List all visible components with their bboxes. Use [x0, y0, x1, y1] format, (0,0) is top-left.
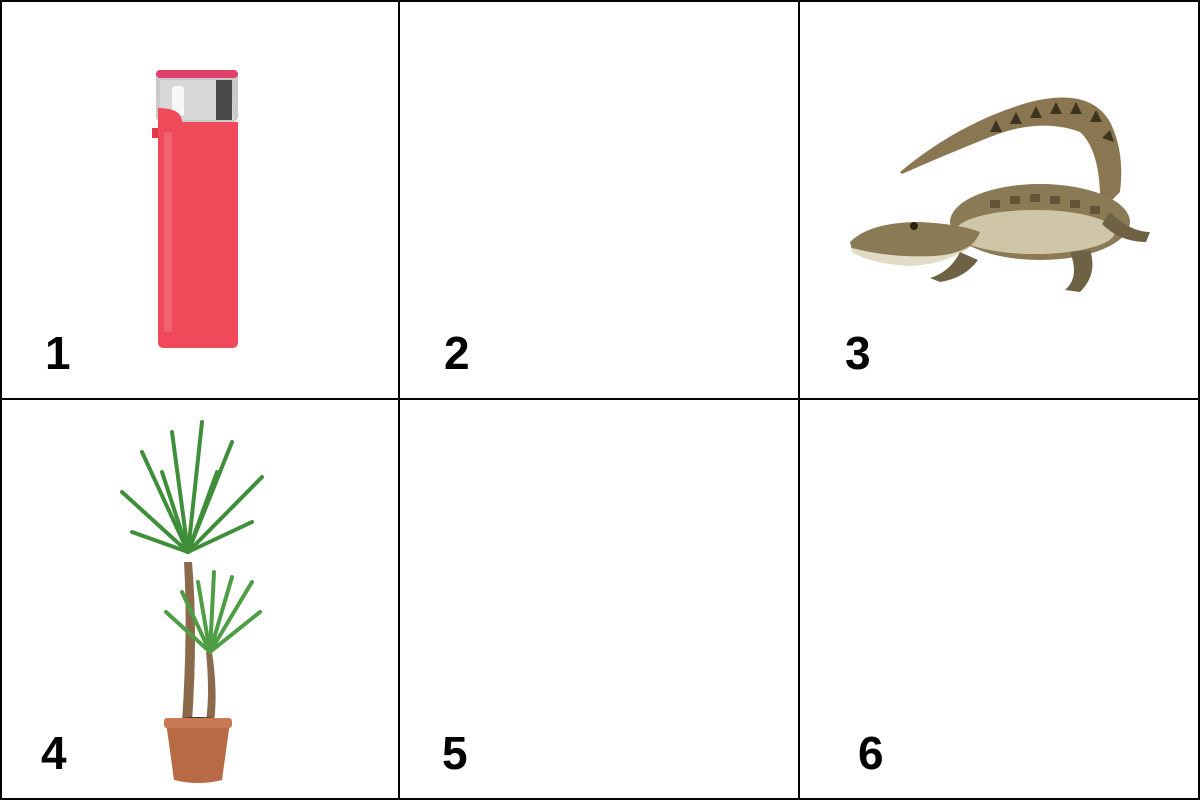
lighter-image — [152, 70, 238, 348]
grid-cell-2[interactable]: 2 — [398, 0, 802, 402]
cell-number: 1 — [45, 327, 71, 379]
cell-number: 2 — [444, 327, 470, 379]
cell-number: 5 — [442, 727, 468, 779]
grid-cell-3[interactable]: 3 — [798, 0, 1200, 402]
yucca-plant-image — [120, 420, 264, 783]
crocodile-image — [850, 97, 1150, 292]
grid-cell-4[interactable]: 4 — [0, 398, 402, 800]
cell-number: 3 — [845, 327, 871, 379]
cell-number: 4 — [41, 727, 67, 779]
grid-cell-5[interactable]: 5 — [398, 398, 802, 800]
picture-grid: 1 2 3 4 5 6 — [0, 0, 1200, 800]
grid-cell-6[interactable]: 6 — [798, 398, 1200, 800]
cell-number: 6 — [858, 727, 884, 779]
grid-cell-1[interactable]: 1 — [0, 0, 402, 402]
